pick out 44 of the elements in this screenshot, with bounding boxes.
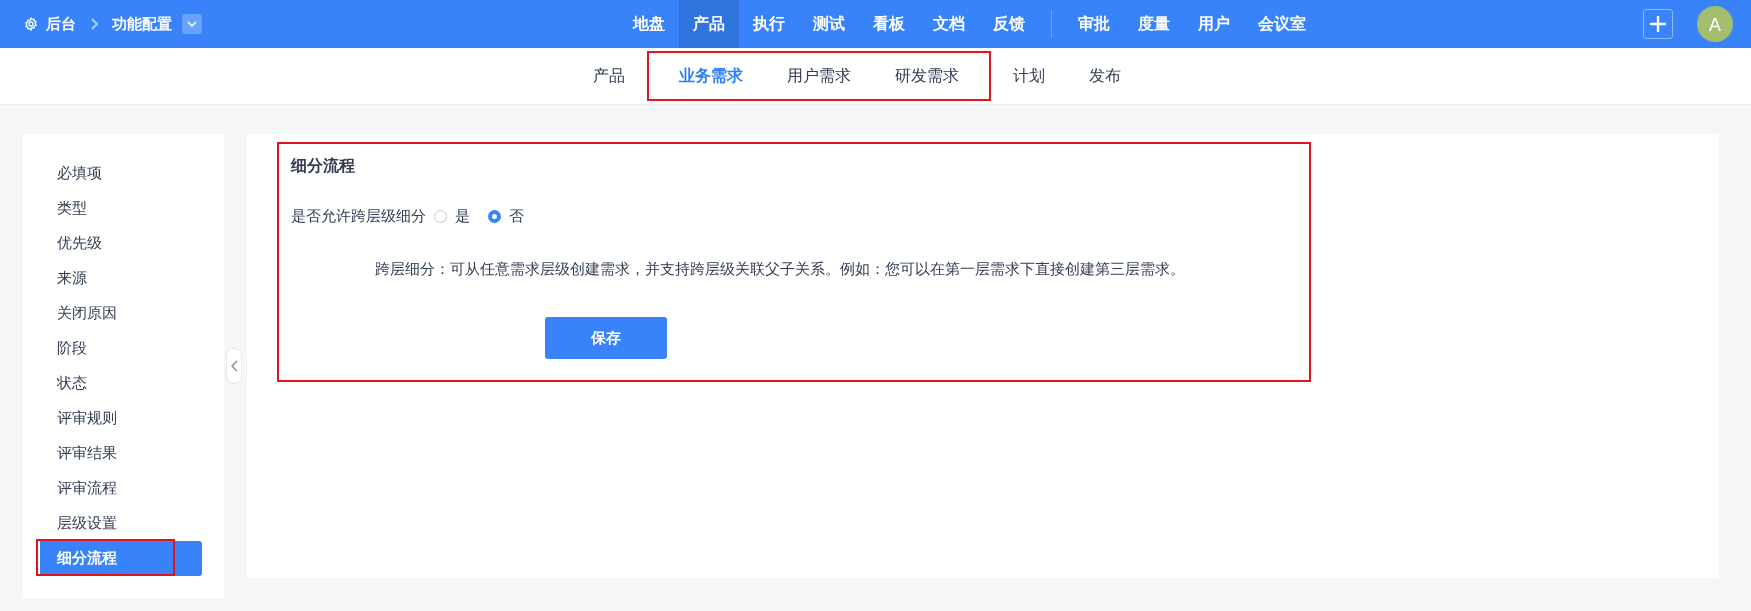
nav-item[interactable]: 看板 [859, 0, 919, 48]
chevron-left-icon [230, 360, 238, 372]
add-button[interactable] [1643, 9, 1673, 39]
collapse-handle[interactable] [226, 348, 242, 384]
sub-nav-tab[interactable]: 业务需求 [656, 65, 765, 87]
sidebar-item[interactable]: 状态 [40, 366, 202, 401]
nav-item[interactable]: 度量 [1124, 0, 1184, 48]
field-label: 是否允许跨层级细分 [291, 207, 426, 226]
sub-nav-tab[interactable]: 研发需求 [872, 65, 981, 87]
sidebar-item[interactable]: 阶段 [40, 331, 202, 366]
sub-nav-tab[interactable]: 用户需求 [764, 65, 873, 87]
nav-item[interactable]: 反馈 [979, 0, 1039, 48]
nav-item[interactable]: 测试 [799, 0, 859, 48]
nav-item[interactable]: 用户 [1184, 0, 1244, 48]
sub-nav-tab[interactable]: 产品 [570, 65, 647, 87]
nav-item[interactable]: 会议室 [1244, 0, 1320, 48]
breadcrumb-link[interactable]: 后台 [46, 14, 76, 34]
caret-icon [187, 21, 197, 27]
radio-option[interactable]: 是 [434, 207, 470, 226]
sub-nav-tab[interactable]: 发布 [1066, 65, 1143, 87]
section-title: 细分流程 [291, 156, 356, 177]
nav-item[interactable]: 执行 [739, 0, 799, 48]
sidebar-item[interactable]: 关闭原因 [40, 296, 202, 331]
sidebar-item[interactable]: 层级设置 [40, 506, 202, 541]
sidebar-item[interactable]: 类型 [40, 191, 202, 226]
dropdown-button[interactable] [182, 14, 202, 34]
plus-icon [1649, 15, 1667, 33]
radio-option[interactable]: 否 [488, 207, 524, 226]
sidebar-item[interactable]: 评审流程 [40, 471, 202, 506]
nav-item[interactable]: 审批 [1064, 0, 1124, 48]
sub-nav-tab[interactable]: 计划 [990, 65, 1067, 87]
sidebar-item[interactable]: 来源 [40, 261, 202, 296]
sidebar-item[interactable]: 评审规则 [40, 401, 202, 436]
chevron-icon [90, 18, 98, 30]
breadcrumb-link[interactable]: 功能配置 [112, 14, 172, 34]
nav-item[interactable]: 产品 [679, 0, 739, 48]
settings-icon [24, 17, 38, 31]
nav-item[interactable]: 地盘 [619, 0, 679, 48]
sidebar-item[interactable]: 评审结果 [40, 436, 202, 471]
sidebar-item[interactable]: 必填项 [40, 156, 202, 191]
description-text: 跨层细分：可从任意需求层级创建需求，并支持跨层级关联父子关系。例如：您可以在第一层需求下直接创建第三层需求。 [375, 260, 1186, 279]
nav-item[interactable]: 文档 [919, 0, 979, 48]
save-button[interactable]: 保存 [545, 317, 667, 359]
sidebar-item[interactable]: 优先级 [40, 226, 202, 261]
